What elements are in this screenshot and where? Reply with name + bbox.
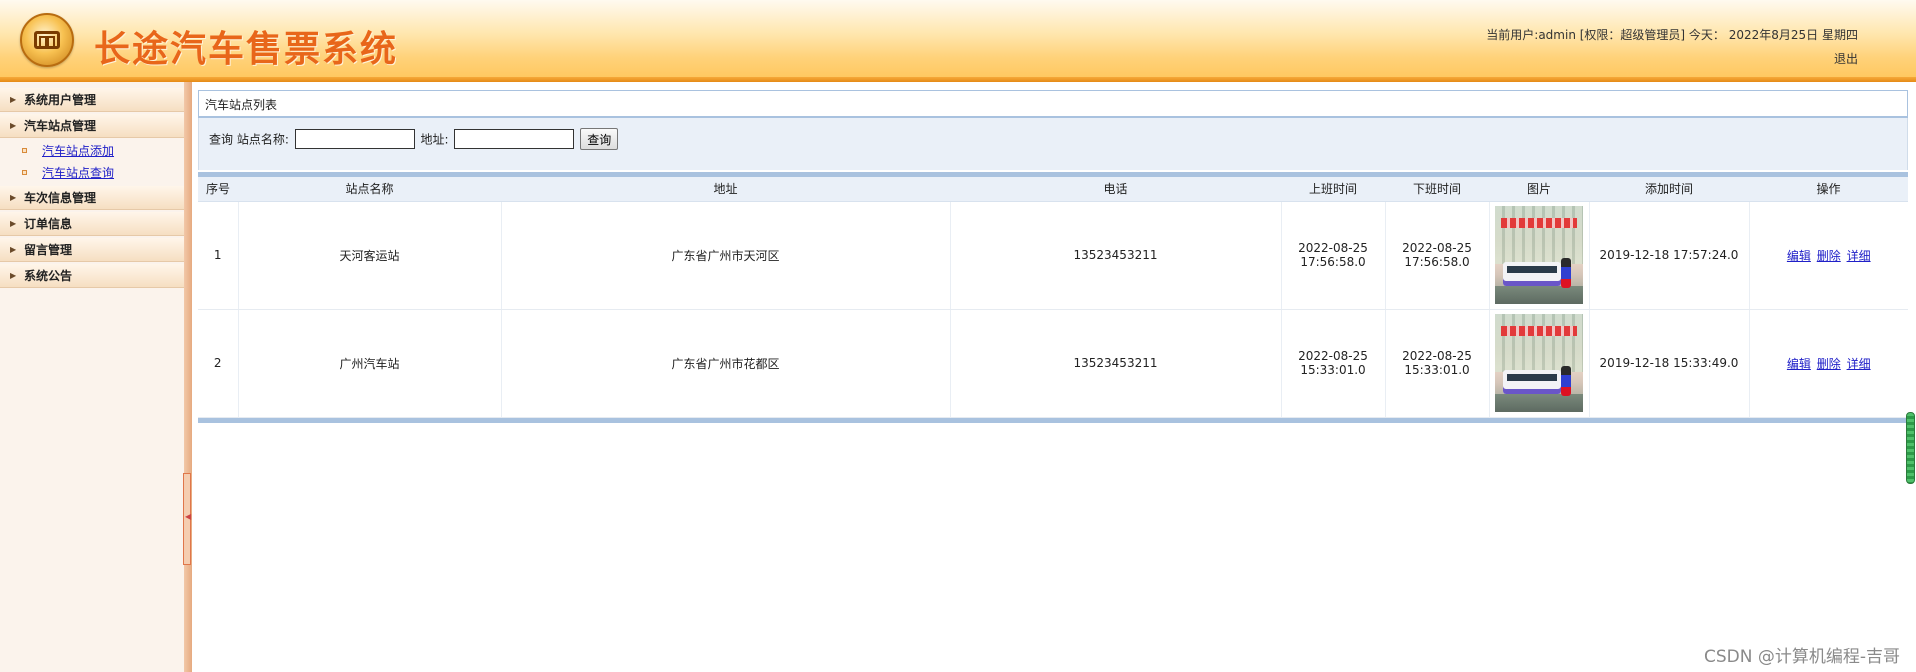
cell-phone: 13523453211 bbox=[950, 309, 1282, 418]
triangle-right-icon: ▶ bbox=[10, 271, 17, 280]
search-address-label: 地址: bbox=[420, 132, 449, 147]
watermark: CSDN @计算机编程-吉哥 bbox=[1703, 647, 1900, 667]
main-content: 汽车站点列表 查询 站点名称: 地址: 查询 序号 站点名称 地址 电话 上班时… bbox=[198, 90, 1908, 423]
col-header-address: 地址 bbox=[501, 177, 950, 202]
cell-image bbox=[1489, 309, 1590, 418]
start-time-time: 15:33:01.0 bbox=[1300, 363, 1366, 377]
sidebar-collapse-handle[interactable]: ◀ bbox=[183, 473, 191, 565]
cell-index: 2 bbox=[198, 309, 239, 418]
start-time-date: 2022-08-25 bbox=[1298, 241, 1368, 255]
app-header: 长途汽车售票系统 当前用户:admin [权限：超级管理员] 今天： 2022年… bbox=[0, 0, 1916, 82]
scrollbar-thumb[interactable] bbox=[1906, 412, 1915, 484]
triangle-right-icon: ▶ bbox=[10, 193, 17, 202]
end-time-time: 17:56:58.0 bbox=[1404, 255, 1470, 269]
col-header-end-time: 下班时间 bbox=[1385, 177, 1489, 202]
end-time-time: 15:33:01.0 bbox=[1404, 363, 1470, 377]
sidebar-item-label: 留言管理 bbox=[24, 243, 73, 257]
col-header-image: 图片 bbox=[1489, 177, 1589, 202]
chevron-left-icon: ◀ bbox=[185, 512, 192, 521]
sidebar-item-label: 订单信息 bbox=[24, 217, 73, 231]
delete-link[interactable]: 删除 bbox=[1817, 357, 1841, 371]
sidebar-subitem-station-query[interactable]: 汽车站点查询 bbox=[0, 162, 184, 184]
app-title: 长途汽车售票系统 bbox=[94, 28, 399, 70]
col-header-name: 站点名称 bbox=[238, 177, 501, 202]
sidebar-subitem-station-add[interactable]: 汽车站点添加 bbox=[0, 140, 184, 162]
col-header-start-time: 上班时间 bbox=[1281, 177, 1385, 202]
sidebar-splitter[interactable] bbox=[184, 82, 192, 672]
detail-link[interactable]: 详细 bbox=[1847, 357, 1871, 371]
start-time-date: 2022-08-25 bbox=[1298, 349, 1368, 363]
edit-link[interactable]: 编辑 bbox=[1787, 249, 1811, 263]
sidebar-item-trip-management[interactable]: ▶ 车次信息管理 bbox=[0, 186, 184, 210]
table-bottom-rule bbox=[198, 417, 1908, 423]
sidebar-item-announcements[interactable]: ▶ 系统公告 bbox=[0, 264, 184, 288]
cell-ops: 编辑 删除 详细 bbox=[1749, 309, 1908, 418]
cell-address: 广东省广州市花都区 bbox=[501, 309, 951, 418]
triangle-right-icon: ▶ bbox=[10, 95, 17, 104]
search-name-label: 查询 站点名称: bbox=[209, 132, 289, 147]
col-header-phone: 电话 bbox=[950, 177, 1281, 202]
col-header-ops: 操作 bbox=[1749, 177, 1908, 202]
col-header-index: 序号 bbox=[198, 177, 238, 202]
panel-title: 汽车站点列表 bbox=[198, 90, 1908, 118]
cell-start-time: 2022-08-25 17:56:58.0 bbox=[1281, 201, 1386, 310]
table-header-row: 序号 站点名称 地址 电话 上班时间 下班时间 图片 添加时间 操作 bbox=[198, 177, 1908, 202]
triangle-right-icon: ▶ bbox=[10, 219, 17, 228]
station-photo[interactable] bbox=[1495, 314, 1583, 412]
search-button[interactable]: 查询 bbox=[580, 128, 619, 150]
cell-address: 广东省广州市天河区 bbox=[501, 201, 951, 310]
cell-end-time: 2022-08-25 15:33:01.0 bbox=[1385, 309, 1490, 418]
start-time-time: 17:56:58.0 bbox=[1300, 255, 1366, 269]
sidebar-item-user-management[interactable]: ▶ 系统用户管理 bbox=[0, 88, 184, 112]
sidebar-item-station-management[interactable]: ▶ 汽车站点管理 bbox=[0, 114, 184, 138]
app-logo-icon bbox=[20, 13, 74, 67]
logout-link[interactable]: 退出 bbox=[1834, 50, 1858, 67]
cell-name: 广州汽车站 bbox=[238, 309, 502, 418]
search-bar: 查询 站点名称: 地址: 查询 bbox=[198, 118, 1908, 170]
sidebar-item-orders[interactable]: ▶ 订单信息 bbox=[0, 212, 184, 236]
bullet-icon bbox=[22, 148, 27, 153]
station-table: 序号 站点名称 地址 电话 上班时间 下班时间 图片 添加时间 操作 1 天河客… bbox=[198, 177, 1908, 418]
sidebar-item-label: 系统公告 bbox=[24, 269, 73, 283]
cell-start-time: 2022-08-25 15:33:01.0 bbox=[1281, 309, 1386, 418]
end-time-date: 2022-08-25 bbox=[1402, 349, 1472, 363]
sidebar-item-label: 车次信息管理 bbox=[24, 191, 97, 205]
station-add-link[interactable]: 汽车站点添加 bbox=[42, 144, 114, 158]
sidebar: ▶ 系统用户管理 ▶ 汽车站点管理 汽车站点添加 汽车站点查询 ▶ 车次信息管理… bbox=[0, 82, 184, 672]
bullet-icon bbox=[22, 170, 27, 175]
cell-added-time: 2019-12-18 17:57:24.0 bbox=[1589, 201, 1750, 310]
sidebar-item-messages[interactable]: ▶ 留言管理 bbox=[0, 238, 184, 262]
end-time-date: 2022-08-25 bbox=[1402, 241, 1472, 255]
cell-ops: 编辑 删除 详细 bbox=[1749, 201, 1908, 310]
triangle-right-icon: ▶ bbox=[10, 245, 17, 254]
current-user-info: 当前用户:admin [权限：超级管理员] 今天： 2022年8月25日 星期四 bbox=[1486, 28, 1858, 42]
station-name-input[interactable] bbox=[294, 129, 415, 149]
station-photo[interactable] bbox=[1495, 206, 1583, 304]
sidebar-item-label: 系统用户管理 bbox=[24, 93, 97, 107]
station-query-link[interactable]: 汽车站点查询 bbox=[42, 166, 114, 180]
cell-end-time: 2022-08-25 17:56:58.0 bbox=[1385, 201, 1490, 310]
table-row: 1 天河客运站 广东省广州市天河区 13523453211 2022-08-25… bbox=[198, 201, 1908, 310]
delete-link[interactable]: 删除 bbox=[1817, 249, 1841, 263]
edit-link[interactable]: 编辑 bbox=[1787, 357, 1811, 371]
address-input[interactable] bbox=[454, 129, 575, 149]
cell-name: 天河客运站 bbox=[238, 201, 502, 310]
cell-added-time: 2019-12-18 15:33:49.0 bbox=[1589, 309, 1750, 418]
cell-image bbox=[1489, 201, 1590, 310]
cell-index: 1 bbox=[198, 201, 239, 310]
triangle-right-icon: ▶ bbox=[10, 121, 17, 130]
table-row: 2 广州汽车站 广东省广州市花都区 13523453211 2022-08-25… bbox=[198, 309, 1908, 418]
cell-phone: 13523453211 bbox=[950, 201, 1282, 310]
col-header-added: 添加时间 bbox=[1589, 177, 1749, 202]
sidebar-item-label: 汽车站点管理 bbox=[24, 119, 97, 133]
detail-link[interactable]: 详细 bbox=[1847, 249, 1871, 263]
